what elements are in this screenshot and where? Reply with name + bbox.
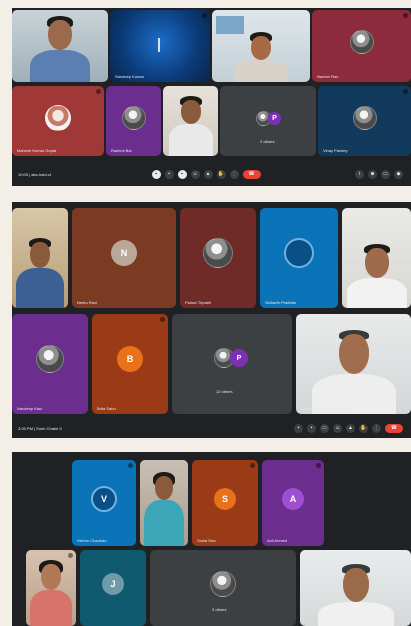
raise-hand-icon[interactable]: ✋ xyxy=(359,423,368,433)
activities-icon[interactable]: ◆ xyxy=(394,169,403,179)
participant-name: Brita Sahu xyxy=(97,406,116,411)
participant-name: Navdeep Kaur xyxy=(17,406,43,411)
participant-tile[interactable] xyxy=(12,10,108,82)
participant-tile[interactable] xyxy=(212,10,310,82)
avatar: V xyxy=(91,485,117,512)
avatar: S xyxy=(214,487,236,510)
more-icon[interactable]: ⋮ xyxy=(229,169,239,179)
participant-tile[interactable]: A Anil Ahmed xyxy=(262,460,324,546)
participant-tile[interactable]: Sandeep Kumar xyxy=(110,10,210,82)
avatar: P xyxy=(230,349,248,367)
mic-muted-icon xyxy=(250,463,255,468)
present-icon[interactable]: ▲ xyxy=(203,169,213,179)
participant-name: Vinay Pandey xyxy=(323,148,348,153)
participant-name: Rashmi Bai xyxy=(111,148,132,153)
mic-muted-icon xyxy=(160,317,165,322)
avatar xyxy=(210,571,236,598)
meeting-toolbar: 10:05 | aks-hotd-ct ▪ ▪ ▪ ☺ ▲ ✋ ⋮ ☎ i ☻ … xyxy=(12,162,411,186)
participant-name: Ramesh Dixit (Presenting) xyxy=(301,406,348,411)
mic-muted-icon xyxy=(202,13,207,18)
avatar xyxy=(36,345,64,373)
meeting-info: 10:05 | aks-hotd-ct xyxy=(18,171,52,177)
participant-tile[interactable]: 3 others xyxy=(150,550,296,626)
mic-muted-icon xyxy=(316,463,321,468)
meet-screenshot-1: Sandeep Kumar Naresh Rao Mahesh Kumar Gu… xyxy=(12,8,411,186)
avatar xyxy=(284,238,314,268)
participant-tile[interactable]: Vinay Pandey xyxy=(318,86,411,156)
avatar: A xyxy=(282,487,304,510)
end-call-icon[interactable]: ☎ xyxy=(385,423,403,433)
participant-tile[interactable] xyxy=(342,208,411,308)
participant-tile[interactable]: N Neetu Rani xyxy=(72,208,176,308)
participant-tile[interactable] xyxy=(12,208,68,308)
participant-tile[interactable] xyxy=(26,550,76,626)
participant-tile[interactable]: Ramesh Dixit (Presenting) xyxy=(296,314,411,414)
participant-name: Neetu Rani xyxy=(77,300,98,305)
meeting-toolbar: 3:05 PM | Sneh Chakri S ▪ ▪ ▭ ☺ ▲ ✋ ⋮ ☎ xyxy=(12,418,411,438)
participant-tile[interactable] xyxy=(300,550,411,626)
participant-tile[interactable] xyxy=(163,86,218,156)
participant-tile[interactable]: Navdeep Kaur xyxy=(12,314,88,414)
meet-screenshot-3: V Vishnu Chauhan S Sonia Rao A Anil Ahme… xyxy=(12,452,411,626)
more-icon[interactable]: ⋮ xyxy=(372,423,381,433)
camera-icon[interactable]: ▪ xyxy=(307,423,316,433)
participant-name: 3 others xyxy=(212,607,227,612)
participant-name: Sandeep Kumar xyxy=(115,74,144,79)
people-icon[interactable]: ☻ xyxy=(368,169,377,179)
others-avatar-stack: P xyxy=(214,348,248,368)
avatar: J xyxy=(102,573,124,596)
present-icon[interactable]: ▲ xyxy=(346,423,355,433)
mic-icon[interactable]: ▪ xyxy=(151,169,161,179)
avatar: P xyxy=(268,112,281,125)
avatar xyxy=(203,238,233,268)
participant-name: 2 others xyxy=(260,139,275,144)
mic-muted-icon xyxy=(128,463,133,468)
participant-name: Sidharth Pradhan xyxy=(265,300,297,305)
avatar xyxy=(349,30,374,55)
participant-tile[interactable]: Sidharth Pradhan xyxy=(260,208,338,308)
chat-icon[interactable]: ▭ xyxy=(381,169,390,179)
avatar xyxy=(352,105,377,130)
meet-screenshot-2: N Neetu Rani Pallavi Tripathi Sidharth P… xyxy=(12,202,411,438)
participant-tile[interactable]: S Sonia Rao xyxy=(192,460,258,546)
participant-name: Naresh Rao xyxy=(317,74,339,79)
avatar: B xyxy=(117,346,143,372)
mic-muted-icon xyxy=(403,13,408,18)
captions-icon[interactable]: ▪ xyxy=(177,169,187,179)
participant-tile[interactable]: P 12 others xyxy=(172,314,292,414)
info-icon[interactable]: i xyxy=(355,169,364,179)
raise-hand-icon[interactable]: ✋ xyxy=(216,169,226,179)
participant-name: Pallavi Tripathi xyxy=(185,300,212,305)
participant-name: 12 others xyxy=(216,389,233,394)
end-call-icon[interactable]: ☎ xyxy=(242,169,261,179)
participant-name: Vishnu Chauhan xyxy=(77,538,107,543)
participant-tile[interactable]: J xyxy=(80,550,146,626)
participant-name: Mahesh Kumar Gupta xyxy=(17,148,57,153)
mic-muted-icon xyxy=(68,553,73,558)
others-avatar-stack: P xyxy=(256,111,281,126)
participant-tile[interactable]: Mahesh Kumar Gupta xyxy=(12,86,104,156)
participant-tile[interactable]: Pallavi Tripathi xyxy=(180,208,256,308)
participant-tile[interactable]: P 2 others xyxy=(220,86,316,156)
meeting-info: 3:05 PM | Sneh Chakri S xyxy=(18,425,62,431)
participant-tile[interactable]: B Brita Sahu xyxy=(92,314,168,414)
avatar xyxy=(45,104,71,131)
participant-name: Anil Ahmed xyxy=(267,538,288,543)
mic-icon[interactable]: ▪ xyxy=(294,423,303,433)
participant-tile[interactable]: Naresh Rao xyxy=(312,10,411,82)
participant-name: Sonia Rao xyxy=(197,538,216,543)
mic-muted-icon xyxy=(403,89,408,94)
participant-tile[interactable]: V Vishnu Chauhan xyxy=(72,460,136,546)
mic-muted-icon xyxy=(96,89,101,94)
avatar xyxy=(121,105,146,130)
emoji-icon[interactable]: ☺ xyxy=(333,423,342,433)
camera-icon[interactable]: ▪ xyxy=(164,169,174,179)
captions-icon[interactable]: ▭ xyxy=(320,423,329,433)
participant-tile[interactable] xyxy=(140,460,188,546)
participant-tile[interactable]: Rashmi Bai xyxy=(106,86,161,156)
avatar: N xyxy=(111,240,137,266)
emoji-icon[interactable]: ☺ xyxy=(190,169,200,179)
